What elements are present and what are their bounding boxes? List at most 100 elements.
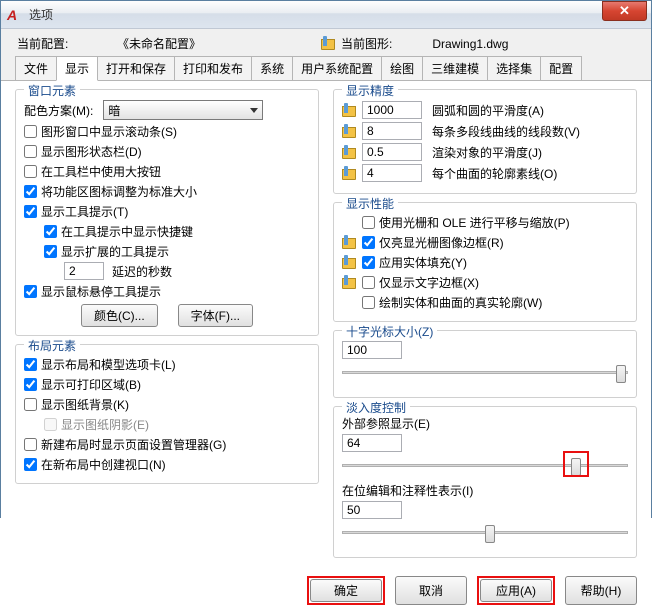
tab-user-prefs[interactable]: 用户系统配置 xyxy=(292,56,382,80)
group-title: 显示性能 xyxy=(342,195,398,212)
content: 窗口元素 配色方案(M): 暗 图形窗口中显示滚动条(S) 显示图形状态栏(D)… xyxy=(1,81,651,570)
render-smoothness-label: 渲染对象的平滑度(J) xyxy=(432,144,542,161)
print-area-checkbox[interactable] xyxy=(24,378,37,391)
drawing-icon xyxy=(342,103,356,117)
help-button[interactable]: 帮助(H) xyxy=(565,576,637,605)
statusbar-checkbox[interactable] xyxy=(24,145,37,158)
scrollbars-checkbox[interactable] xyxy=(24,125,37,138)
paper-bg-label: 显示图纸背景(K) xyxy=(41,396,129,413)
group-title: 淡入度控制 xyxy=(342,399,410,416)
options-dialog: A 选项 ✕ 当前配置: 《未命名配置》 当前图形: Drawing1.dwg … xyxy=(0,0,652,518)
close-button[interactable]: ✕ xyxy=(602,1,647,21)
hover-tips-label: 显示鼠标悬停工具提示 xyxy=(41,283,161,300)
large-buttons-label: 在工具栏中使用大按钮 xyxy=(41,163,161,180)
inplace-fade-input[interactable] xyxy=(342,501,402,519)
polyline-segments-input[interactable] xyxy=(362,122,422,140)
page-setup-checkbox[interactable] xyxy=(24,438,37,451)
highlight-box: 确定 xyxy=(307,576,385,605)
group-title: 布局元素 xyxy=(24,337,80,354)
layout-tabs-checkbox[interactable] xyxy=(24,358,37,371)
arc-smoothness-label: 圆弧和圆的平滑度(A) xyxy=(432,102,544,119)
viewport-label: 在新布局中创建视口(N) xyxy=(41,456,166,473)
inplace-fade-slider[interactable] xyxy=(342,521,628,543)
color-scheme-label: 配色方案(M): xyxy=(24,102,93,119)
xref-fade-slider[interactable] xyxy=(342,454,628,476)
ok-button[interactable]: 确定 xyxy=(310,579,382,602)
solid-fill-checkbox[interactable] xyxy=(362,256,375,269)
xref-fade-input[interactable] xyxy=(342,434,402,452)
statusbar-label: 显示图形状态栏(D) xyxy=(41,143,142,160)
slider-thumb[interactable] xyxy=(571,458,581,476)
drawing-icon xyxy=(342,145,356,159)
drawing-name: Drawing1.dwg xyxy=(432,37,508,51)
ext-tooltips-checkbox[interactable] xyxy=(44,245,57,258)
text-boundary-label: 仅显示文字边框(X) xyxy=(379,274,479,291)
surface-contour-label: 每个曲面的轮廓素线(O) xyxy=(432,165,557,182)
color-scheme-select[interactable]: 暗 xyxy=(103,100,263,120)
delay-label: 延迟的秒数 xyxy=(112,263,172,280)
display-performance-group: 显示性能 使用光栅和 OLE 进行平移与缩放(P) 仅亮显光栅图像边框(R) 应… xyxy=(333,202,637,322)
group-title: 窗口元素 xyxy=(24,82,80,99)
app-icon: A xyxy=(7,7,23,23)
drawing-icon xyxy=(342,275,356,289)
slider-thumb[interactable] xyxy=(616,365,626,383)
scrollbars-label: 图形窗口中显示滚动条(S) xyxy=(41,123,177,140)
tab-drafting[interactable]: 绘图 xyxy=(381,56,423,80)
raster-pan-checkbox[interactable] xyxy=(362,216,375,229)
shortcut-keys-label: 在工具提示中显示快捷键 xyxy=(61,223,193,240)
text-boundary-checkbox[interactable] xyxy=(362,276,375,289)
drawing-icon xyxy=(342,255,356,269)
drawing-icon xyxy=(342,124,356,138)
page-setup-label: 新建布局时显示页面设置管理器(G) xyxy=(41,436,226,453)
tab-print[interactable]: 打印和发布 xyxy=(174,56,252,80)
tooltips-label: 显示工具提示(T) xyxy=(41,203,128,220)
hover-tips-checkbox[interactable] xyxy=(24,285,37,298)
config-row: 当前配置: 《未命名配置》 当前图形: Drawing1.dwg xyxy=(1,29,651,56)
tab-display[interactable]: 显示 xyxy=(56,56,98,81)
crosshair-size-slider[interactable] xyxy=(342,361,628,383)
titlebar[interactable]: A 选项 ✕ xyxy=(1,1,651,29)
large-buttons-checkbox[interactable] xyxy=(24,165,37,178)
tab-open-save[interactable]: 打开和保存 xyxy=(97,56,175,80)
crosshair-size-group: 十字光标大小(Z) xyxy=(333,330,637,398)
layout-tabs-label: 显示布局和模型选项卡(L) xyxy=(41,356,176,373)
tab-profiles[interactable]: 配置 xyxy=(540,56,582,80)
viewport-checkbox[interactable] xyxy=(24,458,37,471)
window-title: 选项 xyxy=(29,6,602,23)
group-title: 十字光标大小(Z) xyxy=(342,323,437,340)
delay-input[interactable] xyxy=(64,262,104,280)
tab-file[interactable]: 文件 xyxy=(15,56,57,80)
paper-shadow-checkbox xyxy=(44,418,57,431)
render-smoothness-input[interactable] xyxy=(362,143,422,161)
cancel-button[interactable]: 取消 xyxy=(395,576,467,605)
highlight-raster-checkbox[interactable] xyxy=(362,236,375,249)
ribbon-icons-checkbox[interactable] xyxy=(24,185,37,198)
highlight-raster-label: 仅亮显光栅图像边框(R) xyxy=(379,234,504,251)
raster-pan-label: 使用光栅和 OLE 进行平移与缩放(P) xyxy=(379,214,570,231)
arc-smoothness-input[interactable] xyxy=(362,101,422,119)
tab-3d[interactable]: 三维建模 xyxy=(422,56,488,80)
paper-bg-checkbox[interactable] xyxy=(24,398,37,411)
slider-thumb[interactable] xyxy=(485,525,495,543)
print-area-label: 显示可打印区域(B) xyxy=(41,376,141,393)
fonts-button[interactable]: 字体(F)... xyxy=(178,304,253,327)
tab-system[interactable]: 系统 xyxy=(251,56,293,80)
display-precision-group: 显示精度 圆弧和圆的平滑度(A) 每条多段线曲线的线段数(V) 渲染对象的平滑度… xyxy=(333,89,637,194)
tooltips-checkbox[interactable] xyxy=(24,205,37,218)
colors-button[interactable]: 颜色(C)... xyxy=(81,304,158,327)
polyline-segments-label: 每条多段线曲线的线段数(V) xyxy=(432,123,580,140)
current-profile-label: 当前配置: xyxy=(17,35,117,52)
ext-tooltips-label: 显示扩展的工具提示 xyxy=(61,243,169,260)
true-silhouette-checkbox[interactable] xyxy=(362,296,375,309)
tab-selection[interactable]: 选择集 xyxy=(487,56,541,80)
solid-fill-label: 应用实体填充(Y) xyxy=(379,254,467,271)
surface-contour-input[interactable] xyxy=(362,164,422,182)
drawing-icon xyxy=(321,36,337,52)
shortcut-keys-checkbox[interactable] xyxy=(44,225,57,238)
inplace-fade-label: 在位编辑和注释性表示(I) xyxy=(342,482,628,499)
xref-fade-label: 外部参照显示(E) xyxy=(342,415,628,432)
group-title: 显示精度 xyxy=(342,82,398,99)
crosshair-size-input[interactable] xyxy=(342,341,402,359)
apply-button[interactable]: 应用(A) xyxy=(480,579,552,602)
tabs: 文件 显示 打开和保存 打印和发布 系统 用户系统配置 绘图 三维建模 选择集 … xyxy=(1,56,651,81)
